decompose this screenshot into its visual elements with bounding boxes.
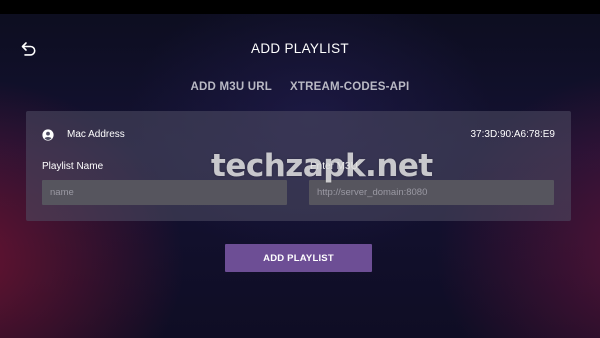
m3u-url-input[interactable] [309,180,554,205]
m3u-url-label: Enter M3U [310,161,358,172]
playlist-form-panel: Mac Address 37:3D:90:A6:78:E9 Playlist N… [26,111,571,221]
add-playlist-button[interactable]: ADD PLAYLIST [225,244,372,272]
tab-bar: ADD M3U URL XTREAM-CODES-API [0,81,600,93]
account-circle-icon [42,129,54,141]
tab-add-m3u-url[interactable]: ADD M3U URL [191,81,272,93]
playlist-name-label: Playlist Name [42,161,104,172]
top-status-bar [0,0,600,14]
mac-address-row: Mac Address 37:3D:90:A6:78:E9 [42,129,555,143]
playlist-name-input[interactable] [42,180,287,205]
page-title: ADD PLAYLIST [251,41,349,56]
tab-xtream-codes-api[interactable]: XTREAM-CODES-API [290,81,409,93]
mac-address-label: Mac Address [67,129,125,140]
mac-address-value: 37:3D:90:A6:78:E9 [470,129,555,140]
